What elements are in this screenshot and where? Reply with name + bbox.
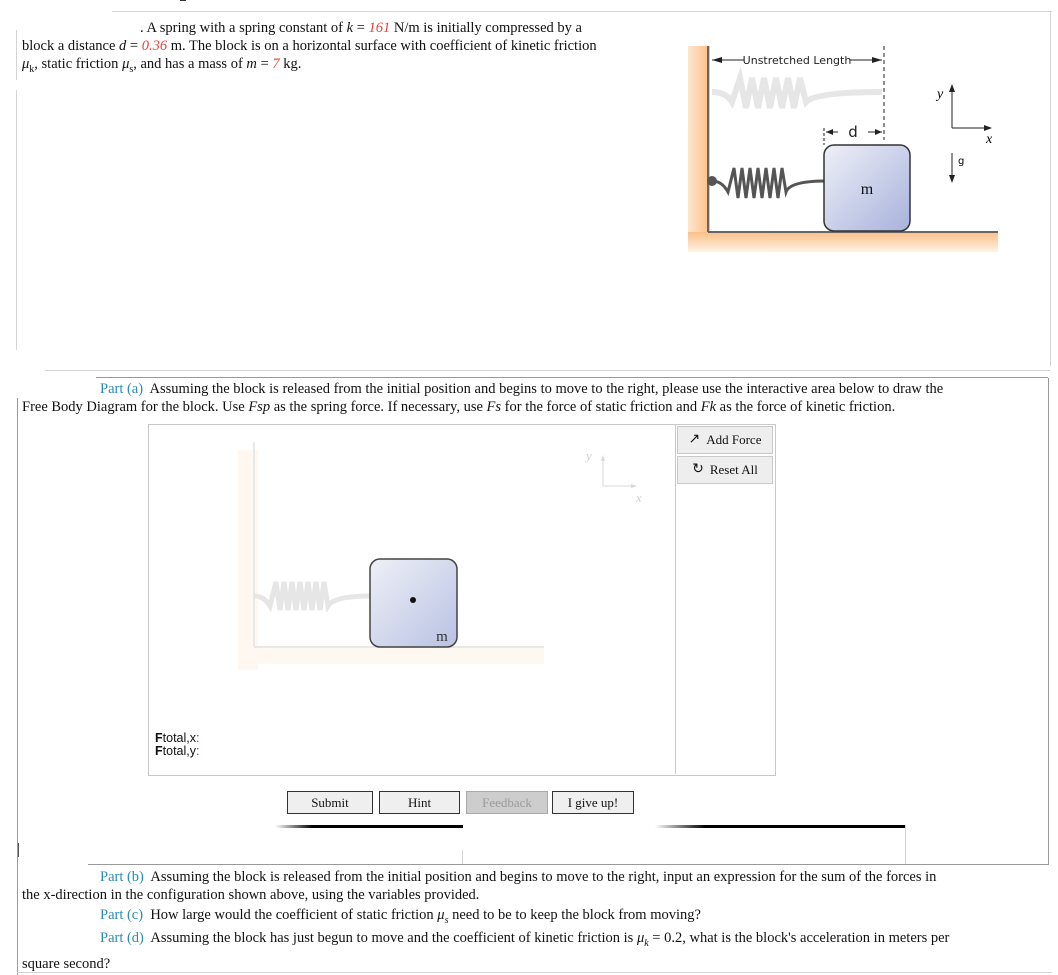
k-value: 161 [368, 20, 391, 36]
wall [688, 46, 710, 251]
fbd-scene: m y x [238, 442, 642, 670]
box-right-border [1048, 378, 1049, 865]
part-d-label: Part (d) [100, 930, 144, 946]
unstretched-spring [711, 66, 883, 110]
y-axis-label: y [935, 87, 944, 102]
fbd-x-axis-label: x [635, 490, 642, 505]
gravity-label: g [958, 156, 964, 167]
section-divider [45, 370, 1050, 371]
arrow-icon: ↗ [688, 432, 701, 447]
left-border-mid [16, 90, 17, 350]
reset-all-button[interactable]: ↻ Reset All [677, 456, 773, 484]
mass-label: m [861, 181, 874, 198]
part-c-question: Part (c) How large would the coefficient… [100, 907, 701, 926]
compressed-spring [711, 167, 827, 199]
top-dash [180, 0, 186, 1]
left-tick [18, 843, 19, 857]
hint-button[interactable]: Hint [379, 791, 460, 814]
fbd-mass-label: m [436, 629, 448, 645]
problem-statement: . A spring with a spring constant of k =… [22, 19, 672, 79]
divider-tick-1 [462, 850, 463, 864]
fbd-floor [238, 646, 544, 664]
divider-bar-left [275, 825, 463, 828]
part-a-label: Part (a) [100, 381, 144, 397]
fbd-spring [253, 581, 371, 614]
top-rule [112, 11, 1052, 12]
unstretched-length-label: Unstretched Length [743, 54, 852, 67]
feedback-button: Feedback [466, 791, 548, 814]
add-force-button[interactable]: ↗ Add Force [677, 426, 773, 454]
x-axis-label: x [985, 132, 993, 147]
part-b-question: Part (b) Assuming the block is released … [22, 869, 937, 903]
problem-line-3: μk, static friction μs, and has a mass o… [22, 56, 302, 75]
part-a-question: Part (a) Assuming the block is released … [22, 381, 944, 415]
center-of-mass-dot [410, 597, 416, 603]
d-label: d [848, 123, 858, 141]
part-a-top-rule [96, 377, 1048, 378]
ftotal-y-readout: Ftotal,y: [155, 744, 200, 758]
box-bottom-border [88, 864, 1049, 865]
ftotal-x-readout: Ftotal,x: [155, 731, 200, 745]
spring-block-figure: Unstretched Length d m y x g [688, 46, 998, 252]
right-border-top [1050, 11, 1051, 366]
part-c-label: Part (c) [100, 907, 144, 923]
left-border-top [16, 30, 17, 80]
part-a-left-border [17, 398, 18, 975]
problem-line-2: block a distance d = 0.36 m. The block i… [22, 38, 597, 54]
reset-icon: ↻ [692, 462, 704, 477]
m-value: 7 [272, 56, 280, 72]
divider-tick-2 [905, 825, 906, 865]
d-value: 0.36 [141, 38, 168, 54]
problem-line-1: . A spring with a spring constant of k =… [140, 20, 582, 36]
divider-bar-right [655, 825, 905, 828]
give-up-button[interactable]: I give up! [552, 791, 634, 814]
bottom-rule [17, 972, 1052, 973]
fbd-y-axis-label: y [584, 448, 592, 463]
floor [688, 232, 998, 252]
part-b-label: Part (b) [100, 869, 144, 885]
part-d-question: Part (d) Assuming the block has just beg… [22, 930, 950, 972]
submit-button[interactable]: Submit [287, 791, 373, 814]
